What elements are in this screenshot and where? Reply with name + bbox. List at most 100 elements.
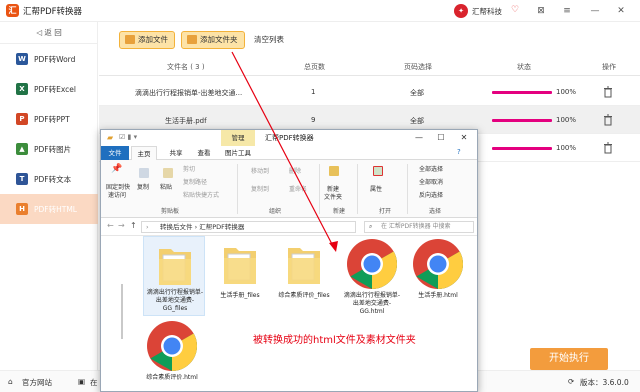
row-progress: 100% [556,116,577,124]
search-input[interactable]: ⌕ 在 汇帮PDF转换器 中搜索 [364,221,474,233]
list-item[interactable]: 综合素质评价_files [273,236,335,316]
file-name: 生活手册_files [220,292,260,299]
file-name: 生活手册.html [418,292,458,299]
invert-selection-button[interactable]: 反向选择 [419,190,443,199]
online-link[interactable]: 在 [90,377,98,388]
trash-icon[interactable] [603,86,613,98]
word-icon: W [16,53,28,65]
file-name: 综合素质评价.html [146,374,198,381]
row-page-select[interactable]: 全部 [410,88,424,98]
sidebar-item-excel[interactable]: X PDF转Excel [0,74,98,104]
tab-picture-tools[interactable]: 图片工具 [221,146,255,160]
clear-list-button[interactable]: 清空列表 [254,34,284,45]
list-item[interactable]: 滴滴出行行程报销单-出差地交通费-GG.html [341,236,403,316]
back-arrow-icon[interactable]: ← [107,221,114,230]
file-explorer-window[interactable]: ▰ ☑ ▮ ▾ 管理 汇帮PDF转换器 — ☐ ✕ 文件 主页 共享 查看 图片… [100,129,478,392]
folder-icon [288,248,320,284]
minimize-button[interactable]: — [588,4,602,18]
table-header: 文件名 ( 3 ) 总页数 页码选择 状态 操作 [99,56,640,76]
row-pages: 1 [311,88,316,96]
file-list: 滴滴出行行程报销单-出差地交通费-GG_files 生活手册_files 综合素… [123,236,477,391]
close-button[interactable]: ✕ [614,4,628,18]
tab-view[interactable]: 查看 [193,146,215,160]
ribbon-tabs: 文件 主页 共享 查看 图片工具 ? [101,146,477,160]
brand-logo-icon: ✦ [454,4,468,18]
row-name: 滴滴出行行程报销单-出差地交通... [135,89,243,97]
help-icon[interactable]: ? [457,148,461,156]
tab-file[interactable]: 文件 [101,146,129,160]
properties-icon [373,166,383,176]
row-page-select[interactable]: 全部 [410,116,424,126]
delete-button[interactable]: 删除 [289,166,301,175]
sidebar-item-label: PDF转文本 [34,175,72,184]
start-button[interactable]: 开始执行 [530,348,608,370]
back-button[interactable]: ◁ 返 回 [0,22,98,44]
col-ops: 操作 [602,63,616,71]
explorer-titlebar: ▰ ☑ ▮ ▾ 管理 汇帮PDF转换器 — ☐ ✕ [101,130,477,146]
progress-bar [492,119,552,122]
trash-icon[interactable] [603,114,613,126]
explorer-title: 汇帮PDF转换器 [265,134,314,142]
sidebar-item-word[interactable]: W PDF转Word [0,44,98,74]
folder-icon: ▰ [107,133,114,142]
search-placeholder: 在 汇帮PDF转换器 中搜索 [381,223,451,230]
sidebar-item-label: PDF转PPT [34,115,70,124]
organize-group-label: 组织 [269,208,282,215]
pin-icon[interactable]: 📌 [111,164,122,174]
row-pages: 9 [311,116,316,124]
up-arrow-icon[interactable]: ↑ [130,221,137,230]
app-title: 汇帮PDF转换器 [23,7,83,17]
paste-icon [163,168,173,178]
add-file-button[interactable]: 添加文件 [119,31,175,49]
skin-icon[interactable]: ⊠ [534,4,548,18]
annotation-caption: 被转换成功的html文件及素材文件夹 [253,335,416,346]
sidebar-item-text[interactable]: T PDF转文本 [0,164,98,194]
maximize-button[interactable]: ☐ [435,132,447,144]
list-item[interactable]: 综合素质评价.html [141,320,203,391]
quick-access-toolbar-icon[interactable]: ☑ ▮ ▾ [119,133,137,141]
select-none-button[interactable]: 全部取消 [419,177,443,186]
paste-button[interactable]: 粘贴 [160,182,172,191]
row-progress: 100% [556,144,577,152]
trash-icon[interactable] [603,142,613,154]
minimize-button[interactable]: — [413,132,425,144]
list-item[interactable]: 生活手册.html [407,236,469,316]
list-item[interactable]: 生活手册_files [209,236,271,316]
address-bar[interactable]: › 转换后文件 › 汇帮PDF转换器 [141,221,356,233]
sidebar-item-html[interactable]: H PDF转HTML [0,194,98,224]
move-to-button[interactable]: 移动到 [251,166,269,175]
home-icon: ⌂ [8,377,13,386]
select-all-button[interactable]: 全部选择 [419,164,443,173]
ribbon: 📌 固定到快 速访问 复制 粘贴 剪切 复制路径 粘贴快捷方式 剪贴板 移动到 … [101,160,477,218]
file-name: 滴滴出行行程报销单-出差地交通费-GG.html [343,292,401,315]
sidebar: ◁ 返 回 W PDF转Word X PDF转Excel P PDF转PPT ▲… [0,22,98,370]
app-titlebar: 汇 汇帮PDF转换器 ✦ 汇帮科技 ♡ ⊠ ≡ — ✕ [0,0,640,22]
version-text: 版本：3.6.0.0 [580,378,629,387]
excel-icon: X [16,83,28,95]
new-group-label: 新建 [333,208,346,215]
table-row[interactable]: 滴滴出行行程报销单-出差地交通... 1 全部 100% [99,78,640,106]
ribbon-divider [319,164,320,214]
paste-shortcut-button[interactable]: 粘贴快捷方式 [183,190,219,199]
tab-home[interactable]: 主页 [131,146,157,160]
ppt-icon: P [16,113,28,125]
tab-share[interactable]: 共享 [165,146,187,160]
list-item[interactable]: 滴滴出行行程报销单-出差地交通费-GG_files [143,236,205,316]
add-folder-button[interactable]: 添加文件夹 [181,31,245,49]
rename-button[interactable]: 重命名 [289,184,307,193]
manage-tab[interactable]: 管理 [221,130,255,146]
close-button[interactable]: ✕ [458,132,470,144]
copy-button[interactable]: 复制 [137,182,149,191]
col-page-select: 页码选择 [404,63,432,71]
properties-button[interactable]: 属性 [370,184,382,193]
website-link[interactable]: 官方网站 [22,377,52,388]
cut-button[interactable]: 剪切 [183,164,195,173]
add-folder-label: 添加文件夹 [200,35,238,44]
progress-bar [492,91,552,94]
copy-to-button[interactable]: 复制到 [251,184,269,193]
sidebar-item-image[interactable]: ▲ PDF转图片 [0,134,98,164]
menu-icon[interactable]: ≡ [560,4,574,18]
forward-arrow-icon[interactable]: → [118,221,125,230]
copy-path-button[interactable]: 复制路径 [183,177,207,186]
sidebar-item-ppt[interactable]: P PDF转PPT [0,104,98,134]
